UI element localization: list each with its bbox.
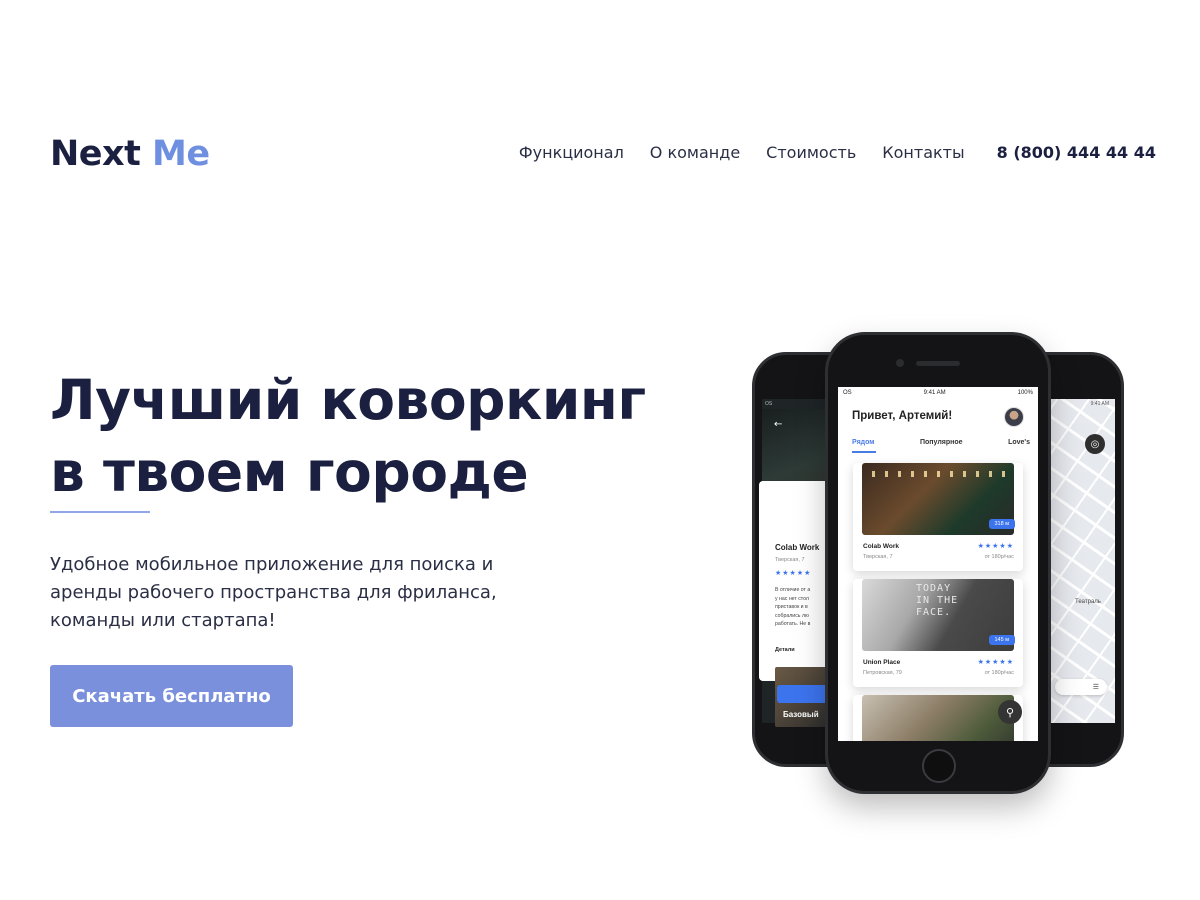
hero-title-line2: в твоем городе bbox=[50, 440, 529, 504]
coworking-photo bbox=[862, 695, 1014, 741]
wall-text-line: IN THE bbox=[916, 595, 959, 606]
front-camera bbox=[896, 359, 904, 367]
nav-item-team[interactable]: О команде bbox=[650, 143, 740, 162]
plan-label: Базовый bbox=[783, 710, 819, 719]
card-price: от 180р/час bbox=[984, 554, 1014, 560]
home-button bbox=[922, 749, 956, 783]
status-carrier: OS bbox=[843, 390, 852, 396]
status-bar: OS bbox=[765, 401, 773, 407]
lamp-row bbox=[862, 471, 1014, 477]
download-free-button[interactable]: Скачать бесплатно bbox=[50, 665, 293, 727]
card-name: Colab Work bbox=[863, 543, 899, 550]
coworking-card[interactable]: TODAY IN THE FACE. 145 м Union Place Пет… bbox=[853, 579, 1023, 687]
rating-stars: ★★★★★ bbox=[977, 542, 1014, 550]
distance-badge: 318 м bbox=[988, 519, 1015, 529]
phone-number-link[interactable]: 8 (800) 444 44 44 bbox=[997, 143, 1156, 162]
active-tab-indicator bbox=[852, 451, 876, 453]
hero-title-line1: Лучший коворкинг bbox=[50, 368, 646, 432]
hero-title: Лучший коворкинг в твоем городе bbox=[50, 364, 646, 508]
map-street-label: Театраль bbox=[1075, 599, 1101, 605]
status-bar: OS 9:41 AM 100% bbox=[838, 387, 1038, 399]
card-price: от 180р/час bbox=[984, 670, 1014, 676]
speaker-grille bbox=[916, 361, 960, 366]
phone-main-screen: OS 9:41 AM 100% Привет, Артемий! Рядом П… bbox=[838, 387, 1038, 741]
title-underline bbox=[50, 511, 150, 513]
coworking-card[interactable]: 318 м Colab Work Тверская, 7 ★★★★★ от 18… bbox=[853, 463, 1023, 571]
back-arrow-icon[interactable]: ← bbox=[774, 419, 782, 430]
wall-text-line: TODAY bbox=[916, 583, 952, 594]
coworking-card[interactable] bbox=[853, 695, 1023, 741]
nav-item-pricing[interactable]: Стоимость bbox=[766, 143, 856, 162]
tab-popular[interactable]: Популярное bbox=[920, 439, 963, 446]
filter-icon[interactable]: ☰ bbox=[1055, 679, 1107, 695]
status-time: 9:41 AM bbox=[923, 390, 946, 396]
nav-item-features[interactable]: Функционал bbox=[519, 143, 624, 162]
card-address: Петровская, 79 bbox=[863, 670, 902, 676]
place-address: Тверская, 7 bbox=[775, 557, 805, 563]
nav-item-contacts[interactable]: Контакты bbox=[882, 143, 964, 162]
hero-description: Удобное мобильное приложение для поиска … bbox=[50, 554, 497, 631]
card-address: Тверская, 7 bbox=[863, 554, 893, 560]
logo-text-next: Next bbox=[50, 134, 141, 174]
phone-mockup-main: OS 9:41 AM 100% Привет, Артемий! Рядом П… bbox=[825, 332, 1051, 794]
card-name: Union Place bbox=[863, 659, 901, 666]
tab-loves[interactable]: Love's bbox=[1008, 439, 1030, 446]
status-bar: 9:41 AM bbox=[1090, 401, 1109, 407]
wall-text: TODAY IN THE FACE. bbox=[916, 583, 958, 619]
rating-stars: ★★★★★ bbox=[977, 658, 1014, 666]
map-pin-icon[interactable]: ⚲ bbox=[998, 700, 1022, 724]
tab-nearby[interactable]: Рядом bbox=[852, 439, 874, 446]
wall-text-line: FACE. bbox=[916, 607, 952, 618]
main-nav: Функционал О команде Стоимость Контакты … bbox=[519, 143, 1156, 162]
place-name: Colab Work bbox=[775, 543, 820, 552]
avatar[interactable] bbox=[1004, 407, 1024, 427]
logo-text-me: Me bbox=[152, 134, 210, 174]
greeting-title: Привет, Артемий! bbox=[852, 410, 953, 422]
locate-icon[interactable]: ◎ bbox=[1085, 434, 1105, 454]
logo[interactable]: Next Me bbox=[50, 134, 210, 174]
status-battery: 100% bbox=[1017, 390, 1033, 396]
app-tabs: Рядом Популярное Love's bbox=[852, 439, 1030, 446]
details-label: Детали bbox=[775, 647, 795, 653]
distance-badge: 145 м bbox=[988, 635, 1015, 645]
rating-stars: ★★★★★ bbox=[775, 569, 812, 577]
